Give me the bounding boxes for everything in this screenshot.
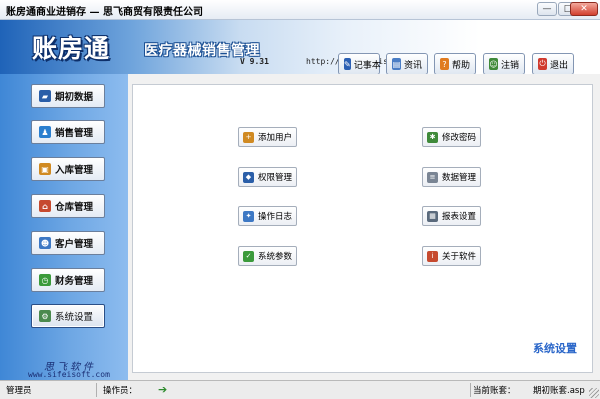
exit-button[interactable]: ⏻ 退出 xyxy=(532,53,574,75)
notepad-button[interactable]: ✎ 记事本 xyxy=(338,53,381,75)
arrow-right-icon: ➔ xyxy=(158,383,168,396)
logout-label: 注销 xyxy=(500,60,519,71)
sidebar-item-initial-data[interactable]: ▰ 期初数据 xyxy=(31,84,105,108)
help-icon: ? xyxy=(440,58,449,70)
sales-people-icon: ♟ xyxy=(39,126,51,138)
report-settings-label: 报表设置 xyxy=(442,212,477,222)
password-icon: ✱ xyxy=(427,131,438,143)
sidebar-item-label: 入库管理 xyxy=(55,165,94,176)
box-icon: ▣ xyxy=(39,163,51,175)
data-management-button[interactable]: ≡ 数据管理 xyxy=(422,167,481,187)
sidebar-item-label: 期初数据 xyxy=(55,92,94,103)
add-user-icon: + xyxy=(243,131,254,143)
add-user-label: 添加用户 xyxy=(258,133,293,143)
minimize-button[interactable]: — xyxy=(537,2,557,16)
logout-user-icon: ☺ xyxy=(489,58,498,70)
report-icon: ▦ xyxy=(427,210,438,222)
news-label: 资讯 xyxy=(403,60,422,71)
sidebar-item-label: 系统设置 xyxy=(55,312,94,323)
sidebar-item-label: 销售管理 xyxy=(55,128,94,139)
help-button[interactable]: ? 帮助 xyxy=(434,53,476,75)
about-icon: i xyxy=(427,250,438,262)
status-operator-label: 操作员： xyxy=(103,386,138,396)
sidebar-item-finance[interactable]: ◷ 财务管理 xyxy=(31,268,105,292)
status-book-label: 当前账套： xyxy=(473,386,516,396)
app-header: 账房通 医疗器械销售管理 V 9.31 http://www.sifeisoft… xyxy=(0,20,600,75)
database-icon: ≡ xyxy=(427,171,438,183)
operation-log-button[interactable]: ✦ 操作日志 xyxy=(238,206,297,226)
content-frame xyxy=(132,84,593,373)
sidebar: ▰ 期初数据 ♟ 销售管理 ▣ 入库管理 ⌂ 仓库管理 ☻ 客户管理 ◷ 财务管… xyxy=(0,74,128,380)
title-bar: 账房通商业进销存 — 思飞商贸有限责任公司 — □ ✕ xyxy=(0,0,600,20)
company-url: www.sifeisoft.com xyxy=(28,370,110,379)
permission-management-button[interactable]: ◆ 权限管理 xyxy=(238,167,297,187)
permission-icon: ◆ xyxy=(243,171,254,183)
current-section-label: 系统设置 xyxy=(533,342,577,355)
sidebar-item-customers[interactable]: ☻ 客户管理 xyxy=(31,231,105,255)
customer-icon: ☻ xyxy=(39,237,51,249)
about-software-button[interactable]: i 关于软件 xyxy=(422,246,481,266)
add-user-button[interactable]: + 添加用户 xyxy=(238,127,297,147)
system-parameters-button[interactable]: ✓ 系统参数 xyxy=(238,246,297,266)
sidebar-item-label: 仓库管理 xyxy=(55,202,94,213)
about-software-label: 关于软件 xyxy=(442,252,477,262)
resize-grip[interactable] xyxy=(589,388,599,398)
system-settings-icon: ⚙ xyxy=(39,310,51,322)
help-label: 帮助 xyxy=(451,60,470,71)
sidebar-item-label: 财务管理 xyxy=(55,276,94,287)
app-logo: 账房通 xyxy=(32,34,111,63)
notepad-icon: ✎ xyxy=(344,58,351,70)
status-user: 管理员 xyxy=(6,386,32,396)
status-bar: 管理员 操作员： ➔ 当前账套： 期初账套.asp xyxy=(0,380,600,399)
book-icon: ▰ xyxy=(39,90,51,102)
logout-button[interactable]: ☺ 注销 xyxy=(483,53,525,75)
news-icon: ▤ xyxy=(392,58,401,70)
window-title: 账房通商业进销存 — 思飞商贸有限责任公司 xyxy=(6,7,203,18)
change-password-label: 修改密码 xyxy=(442,133,477,143)
sidebar-item-sales[interactable]: ♟ 销售管理 xyxy=(31,120,105,144)
notepad-label: 记事本 xyxy=(353,60,381,71)
news-button[interactable]: ▤ 资讯 xyxy=(386,53,428,75)
clock-money-icon: ◷ xyxy=(39,274,51,286)
status-divider xyxy=(470,383,471,397)
exit-icon: ⏻ xyxy=(538,58,547,70)
sidebar-item-warehouse[interactable]: ⌂ 仓库管理 xyxy=(31,194,105,218)
sidebar-item-system-settings[interactable]: ⚙ 系统设置 xyxy=(31,304,105,328)
sidebar-item-label: 客户管理 xyxy=(55,239,94,250)
exit-label: 退出 xyxy=(549,60,568,71)
version-label: V 9.31 xyxy=(240,57,269,66)
change-password-button[interactable]: ✱ 修改密码 xyxy=(422,127,481,147)
system-parameters-label: 系统参数 xyxy=(258,252,293,262)
parameter-icon: ✓ xyxy=(243,250,254,262)
data-management-label: 数据管理 xyxy=(442,173,477,183)
report-settings-button[interactable]: ▦ 报表设置 xyxy=(422,206,481,226)
operation-log-label: 操作日志 xyxy=(258,212,293,222)
permission-management-label: 权限管理 xyxy=(258,173,293,183)
close-button[interactable]: ✕ xyxy=(570,2,598,16)
status-divider xyxy=(96,383,97,397)
warehouse-icon: ⌂ xyxy=(39,200,51,212)
status-book-value: 期初账套.asp xyxy=(533,386,585,396)
log-icon: ✦ xyxy=(243,210,254,222)
main-panel: + 添加用户 ✱ 修改密码 ◆ 权限管理 ≡ 数据管理 ✦ 操作日志 ▦ 报表设… xyxy=(128,74,600,380)
sidebar-item-stock-in[interactable]: ▣ 入库管理 xyxy=(31,157,105,181)
